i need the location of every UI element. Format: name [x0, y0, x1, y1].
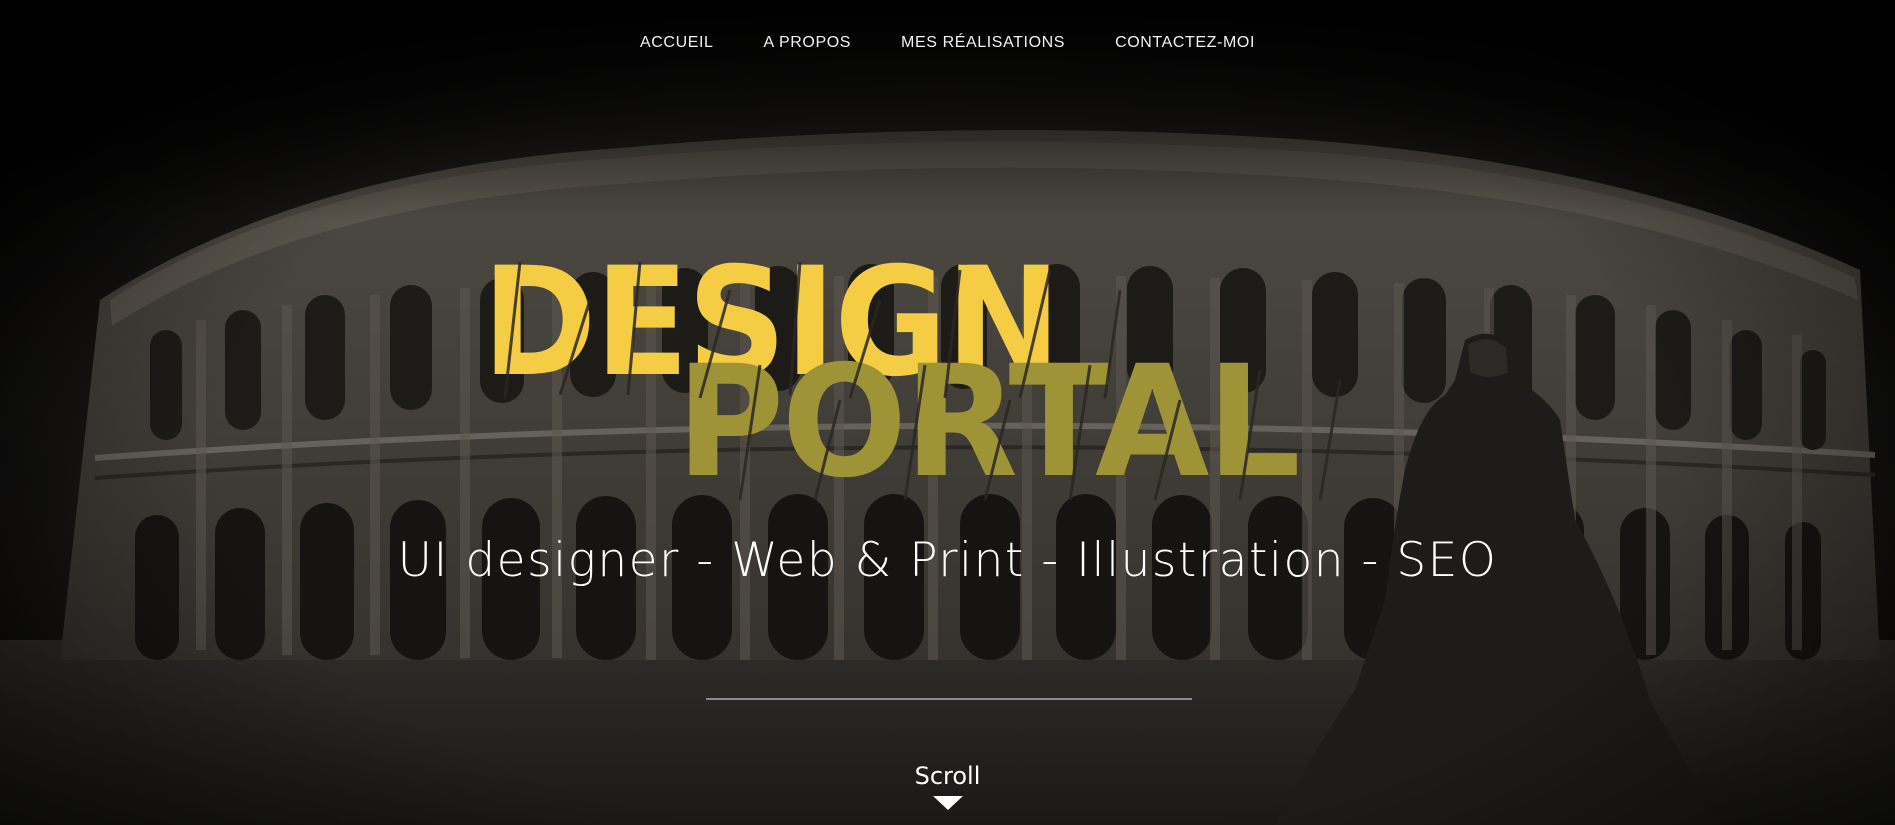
triangle-down-icon	[932, 796, 963, 810]
hero-section: ACCUEIL A PROPOS MES RÉALISATIONS CONTAC…	[0, 0, 1895, 825]
main-navigation: ACCUEIL A PROPOS MES RÉALISATIONS CONTAC…	[0, 32, 1895, 54]
nav-item-accueil[interactable]: ACCUEIL	[640, 32, 714, 54]
nav-item-a-propos[interactable]: A PROPOS	[764, 32, 852, 54]
hero-tagline: UI designer - Web & Print - Illustration…	[397, 533, 1498, 588]
nav-item-contactez-moi[interactable]: CONTACTEZ-MOI	[1115, 32, 1255, 54]
scroll-label: Scroll	[914, 762, 981, 790]
logo-portal-text: PORTAL	[676, 333, 1301, 512]
hero-divider	[706, 698, 1192, 700]
nav-item-mes-realisations[interactable]: MES RÉALISATIONS	[901, 32, 1065, 54]
scroll-button[interactable]: Scroll	[0, 762, 1895, 810]
